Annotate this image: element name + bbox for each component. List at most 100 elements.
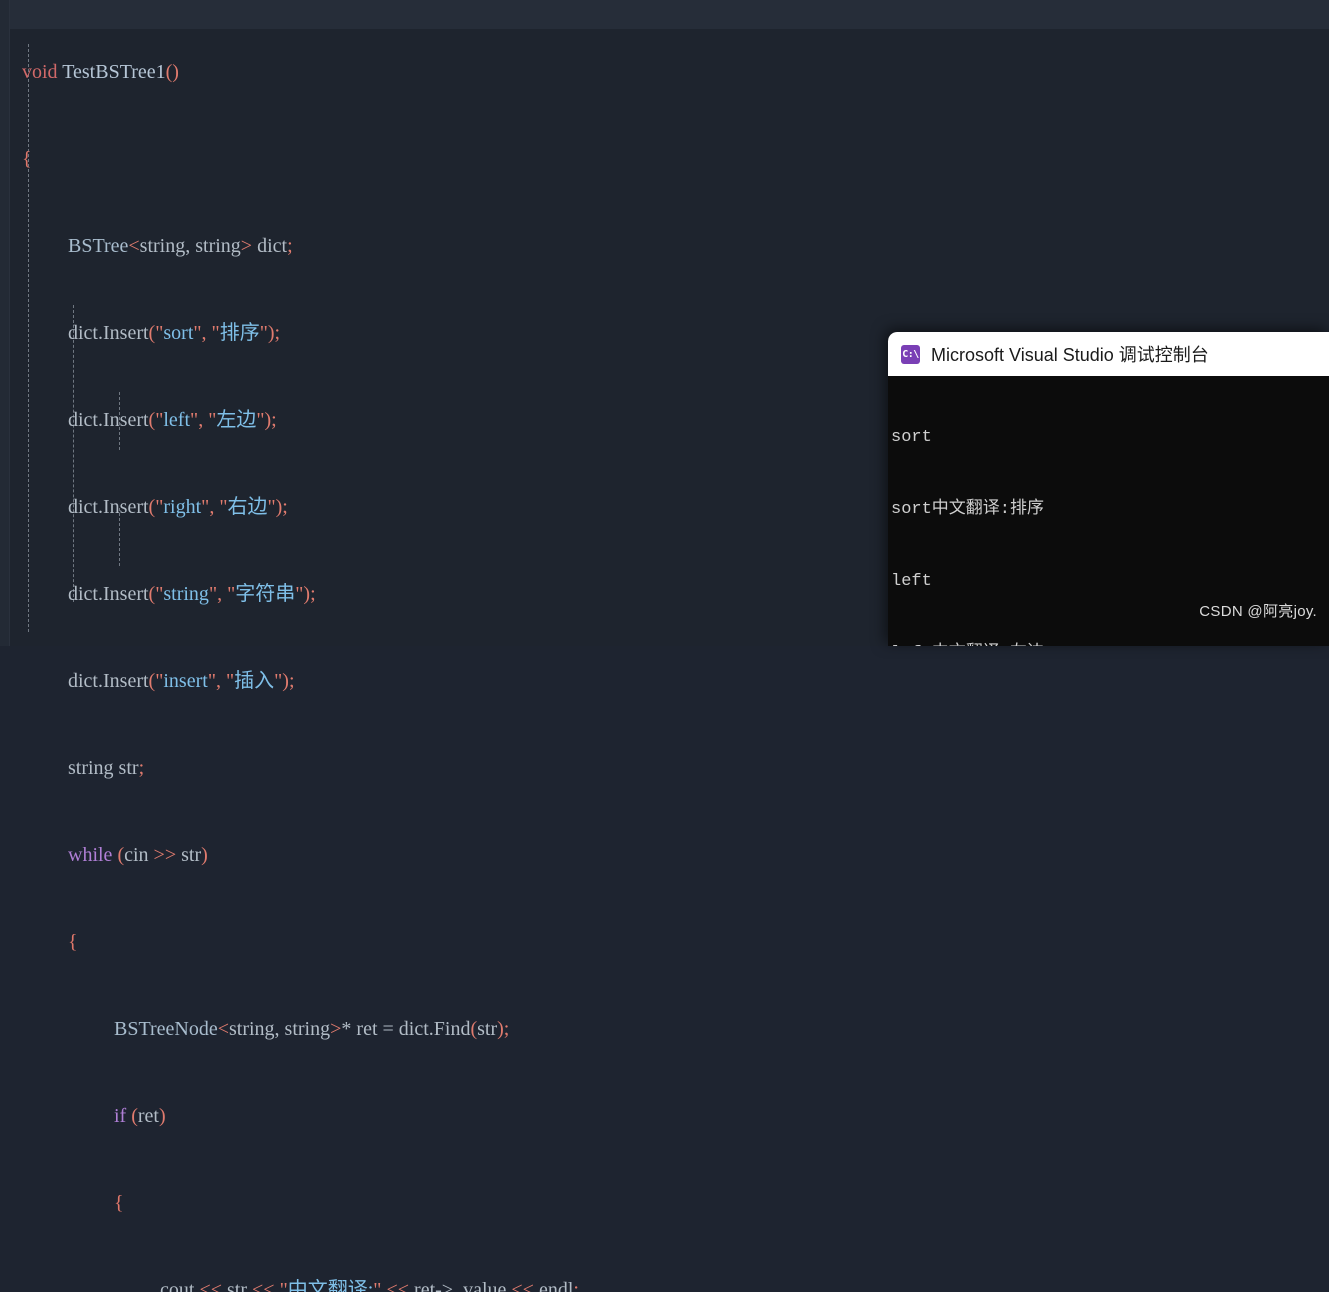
token-string: 中文翻译: — [287, 1279, 374, 1292]
token-string: 右边 — [227, 496, 268, 518]
token-angle: < — [217, 1018, 229, 1040]
code-line[interactable]: { — [0, 928, 694, 957]
token-identifier: str — [477, 1018, 498, 1040]
token-string: 排序 — [219, 322, 260, 344]
token-parens: () — [165, 61, 179, 83]
token-semicolon: ; — [287, 235, 293, 257]
code-line[interactable]: { — [0, 145, 694, 174]
token-identifier: ret — [351, 1018, 383, 1040]
code-line[interactable]: void TestBSTree1() — [0, 58, 694, 87]
token-type: BSTree — [68, 235, 129, 257]
token-brace: { — [68, 931, 78, 953]
token-parens: ", " — [190, 409, 217, 431]
token-method: Insert — [103, 670, 149, 692]
token-identifier: ret->_value — [414, 1279, 507, 1292]
token-keyword-while: while — [68, 844, 113, 866]
code-line[interactable]: while (cin >> str) — [0, 841, 694, 870]
token-method: Insert — [103, 583, 149, 605]
token-identifier: ret — [137, 1105, 159, 1127]
token-angle: > — [240, 235, 253, 257]
token-identifier: cin — [124, 844, 149, 866]
token-parens: "); — [259, 322, 281, 344]
token-string: 插入 — [234, 670, 275, 692]
console-titlebar[interactable]: C:\ Microsoft Visual Studio 调试控制台 — [888, 332, 1329, 376]
token-string: 左边 — [216, 409, 257, 431]
token-method: Find — [433, 1018, 471, 1040]
token-pointer-star: * — [341, 1018, 352, 1040]
token-identifier: dict — [393, 1018, 429, 1040]
token-parens: ", " — [201, 496, 228, 518]
token-parens: ( — [117, 844, 125, 866]
csdn-watermark: CSDN @阿亮joy. — [1199, 603, 1317, 620]
console-line: sort — [891, 428, 932, 447]
token-identifier: dict — [68, 670, 98, 692]
token-type-arg: string, string — [139, 235, 241, 257]
code-line[interactable]: string str; — [0, 754, 694, 783]
token-function-name: TestBSTree1 — [62, 61, 166, 83]
token-semicolon: ; — [573, 1279, 579, 1292]
token-identifier: dict — [68, 583, 98, 605]
token-keyword-void: void — [22, 61, 58, 83]
token-parens: "); — [256, 409, 277, 431]
token-parens: ( — [470, 1018, 478, 1040]
console-title: Microsoft Visual Studio 调试控制台 — [931, 345, 1209, 365]
code-line[interactable]: BSTreeNode<string, string>* ret = dict.F… — [0, 1015, 694, 1044]
token-method: Insert — [103, 322, 149, 344]
token-string: right — [163, 496, 202, 518]
token-parens: ", " — [207, 670, 235, 692]
console-window[interactable]: C:\ Microsoft Visual Studio 调试控制台 sort s… — [888, 332, 1329, 646]
token-operator-shift: << — [252, 1279, 275, 1292]
token-method: Insert — [103, 496, 149, 518]
console-line: sort中文翻译:排序 — [891, 500, 1045, 519]
token-quote: " — [279, 1279, 288, 1292]
token-operator-shift: << — [511, 1279, 534, 1292]
code-line[interactable]: { — [0, 1189, 694, 1218]
code-line[interactable]: dict.Insert("left", "左边"); — [0, 406, 694, 435]
token-type: string str — [68, 757, 139, 779]
token-type: BSTreeNode — [114, 1018, 218, 1040]
token-identifier: dict — [68, 409, 98, 431]
token-parens: ", " — [193, 322, 220, 344]
token-identifier: dict — [68, 496, 98, 518]
token-parens: "); — [267, 496, 288, 518]
console-line: left — [891, 572, 932, 591]
token-parens: "); — [274, 670, 295, 692]
console-output[interactable]: sort sort中文翻译:排序 left left中文翻译:左边 string… — [888, 376, 1329, 646]
token-string: sort — [163, 322, 194, 344]
code-line[interactable]: dict.Insert("right", "右边"); — [0, 493, 694, 522]
token-parens: ) — [201, 844, 208, 866]
token-parens: (" — [148, 409, 164, 431]
token-parens: (" — [148, 322, 164, 344]
token-brace: { — [22, 148, 32, 170]
code-line[interactable]: dict.Insert("sort", "排序"); — [0, 319, 694, 348]
token-identifier: endl — [538, 1279, 574, 1292]
token-identifier: dict — [68, 322, 98, 344]
token-parens: (" — [148, 583, 164, 605]
token-parens: ) — [158, 1105, 166, 1127]
token-operator-assign: = — [382, 1018, 394, 1040]
code-line[interactable]: BSTree<string, string> dict; — [0, 232, 694, 261]
token-parens: ", " — [208, 583, 236, 605]
token-parens: "); — [295, 583, 316, 605]
token-angle: < — [128, 235, 140, 257]
token-semicolon: ; — [138, 757, 145, 779]
console-line: left中文翻译:左边 — [891, 642, 1329, 646]
token-parens: ( — [131, 1105, 138, 1127]
token-method: Insert — [103, 409, 149, 431]
token-angle: > — [330, 1018, 342, 1040]
code-content[interactable]: void TestBSTree1() { BSTree<string, stri… — [0, 0, 694, 1292]
code-line[interactable]: if (ret) — [0, 1102, 694, 1131]
code-line[interactable]: cout << str << "中文翻译:" << ret->_value <<… — [0, 1276, 694, 1292]
token-identifier: dict — [252, 235, 288, 257]
console-cmd-icon: C:\ — [901, 344, 920, 364]
token-operator-shift: << — [199, 1279, 222, 1292]
token-parens: (" — [148, 496, 164, 518]
token-string: left — [163, 409, 191, 431]
token-identifier: cout — [160, 1279, 195, 1292]
code-line[interactable]: dict.Insert("insert", "插入"); — [0, 667, 694, 696]
token-string: 字符串 — [235, 583, 296, 605]
token-string: string — [163, 583, 209, 605]
code-line[interactable]: dict.Insert("string", "字符串"); — [0, 580, 694, 609]
token-parens: ); — [497, 1018, 510, 1040]
token-operator-shift: << — [386, 1279, 410, 1292]
